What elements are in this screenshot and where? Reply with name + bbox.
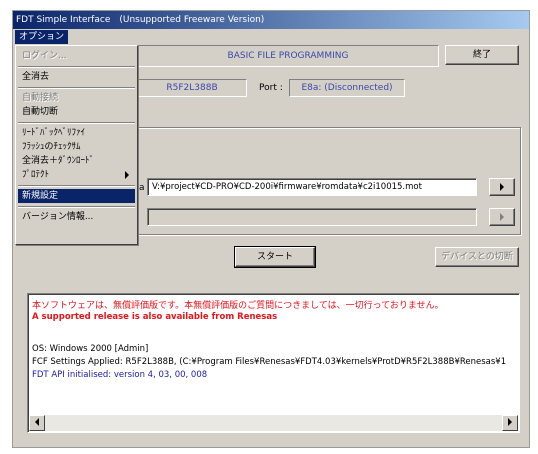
arrow-right-icon: [508, 417, 512, 426]
menu-item-login: ログイン...: [22, 51, 67, 61]
main-window: FDT Simple Interface (Unsupported Freewa…: [12, 10, 530, 448]
menu-item-new-settings[interactable]: 新規設定: [18, 189, 135, 203]
horizontal-scrollbar[interactable]: [29, 415, 518, 431]
menu-bar: オプション: [13, 29, 529, 45]
disconnect-button[interactable]: デバイスとの切断: [435, 247, 519, 267]
menu-separator: [18, 122, 135, 124]
options-dropdown-menu: ログイン... 全消去 自動接続 自動切断 ﾘｰﾄﾞﾊﾞｯｸﾍﾞﾘﾌｧｲ ﾌﾗｯ…: [15, 45, 138, 245]
menu-item-protect-label: ﾌﾟﾛﾃｸﾄ: [22, 170, 50, 180]
menu-item-auto-connect: 自動接続: [22, 93, 59, 103]
start-button[interactable]: スタート: [234, 246, 316, 268]
menu-item-version-info[interactable]: バージョン情報...: [18, 210, 135, 224]
submenu-arrow-icon: [125, 171, 129, 179]
menu-separator: [18, 185, 135, 187]
log-fcf: FCF Settings Applied: R5F2L388B, (C:¥Pro…: [32, 357, 507, 367]
menu-item-flash-checksum[interactable]: ﾌﾗｯｼｭのﾁｪｯｸｻﾑ: [18, 140, 135, 154]
browse-file-button[interactable]: [489, 178, 515, 196]
log-api: FDT API initialised: version 4, 03, 00, …: [32, 370, 208, 380]
file-label: a: [139, 183, 145, 193]
menu-item-readback-verify[interactable]: ﾘｰﾄﾞﾊﾞｯｸﾍﾞﾘﾌｧｲ: [18, 126, 135, 140]
log-os: OS: Windows 2000 [Admin]: [32, 344, 149, 354]
device-display: R5F2L388B: [137, 79, 247, 97]
arrow-right-icon: [500, 183, 504, 191]
port-display: E8a: (Disconnected): [289, 79, 405, 97]
menu-item-erase-download[interactable]: 全消去＋ﾀﾞｳﾝﾛｰﾄﾞ: [18, 154, 135, 168]
menu-item-auto-disconnect[interactable]: 自動切断: [18, 105, 135, 119]
menu-options[interactable]: オプション: [15, 30, 69, 44]
scroll-right-button[interactable]: [502, 415, 518, 431]
menu-item-protect[interactable]: ﾌﾟﾛﾃｸﾄ: [18, 168, 135, 182]
port-label: Port :: [259, 83, 283, 93]
menu-separator: [18, 66, 135, 68]
log-output[interactable]: 本ソフトウェアは、無償評価版です。本無償評価版のご質問につきましては、一切行って…: [27, 293, 520, 433]
arrow-right-icon: [500, 213, 504, 221]
menu-item-erase-all[interactable]: 全消去: [18, 70, 135, 84]
log-warning-en: A supported release is also available fr…: [32, 312, 278, 322]
secondary-path-field: [147, 208, 477, 226]
title-bar: FDT Simple Interface (Unsupported Freewa…: [13, 11, 529, 29]
secondary-browse-button: [489, 208, 515, 226]
log-warning-jp: 本ソフトウェアは、無償評価版です。本無償評価版のご質問につきましては、一切行って…: [32, 301, 444, 311]
window-title: FDT Simple Interface (Unsupported Freewa…: [16, 15, 265, 25]
scroll-left-button[interactable]: [29, 415, 45, 431]
arrow-left-icon: [35, 417, 39, 426]
exit-button[interactable]: 終了: [445, 45, 519, 65]
file-path-field[interactable]: V:¥project¥CD-PRO¥CD-200i¥firmware¥romda…: [147, 178, 477, 196]
mode-display: BASIC FILE PROGRAMMING: [137, 45, 439, 67]
menu-separator: [18, 206, 135, 208]
menu-separator: [18, 87, 135, 89]
mode-label: BASIC FILE PROGRAMMING: [227, 51, 349, 61]
